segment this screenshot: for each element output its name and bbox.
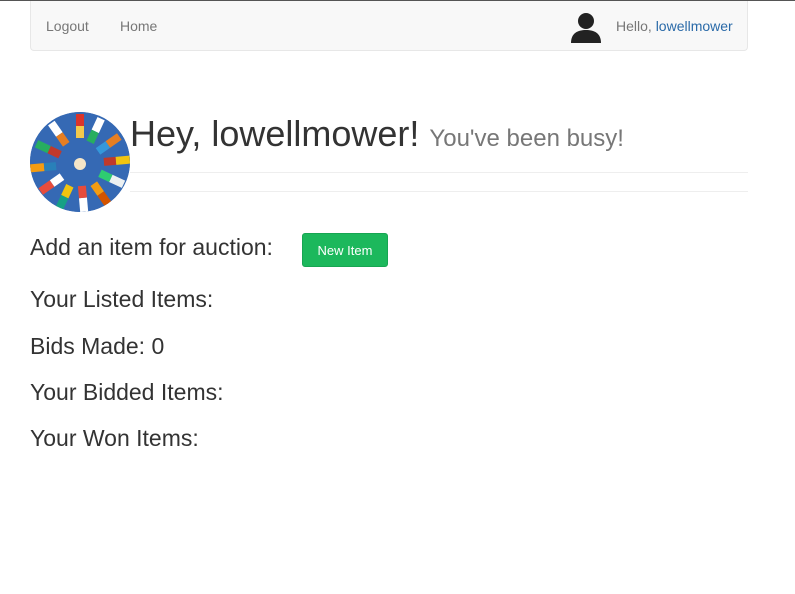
greeting: Hello, lowellmower: [616, 18, 733, 34]
greeting-heading: Hey, lowellmower!: [130, 113, 420, 154]
bids-made-heading: Bids Made: 0: [30, 333, 165, 359]
new-item-button[interactable]: New Item: [302, 233, 388, 267]
header-divider: [130, 191, 748, 192]
page-header: Hey, lowellmower! You've been busy!: [130, 108, 748, 173]
bidded-items-heading: Your Bidded Items:: [30, 379, 224, 405]
avatar: [30, 112, 130, 212]
avatar-image: [30, 112, 130, 212]
greeting-text: Hello,: [616, 18, 656, 34]
logout-link[interactable]: Logout: [46, 18, 89, 34]
listed-items-heading: Your Listed Items:: [30, 286, 214, 312]
page-title: Hey, lowellmower! You've been busy!: [130, 113, 624, 155]
user-icon: [571, 13, 601, 43]
navbar: Logout Home Hello, lowellmower: [30, 1, 748, 51]
add-item-heading: Add an item for auction:: [30, 234, 273, 260]
home-link[interactable]: Home: [120, 18, 157, 34]
won-items-heading: Your Won Items:: [30, 425, 199, 451]
page-subtitle: You've been busy!: [429, 125, 624, 152]
username-link[interactable]: lowellmower: [656, 18, 733, 34]
